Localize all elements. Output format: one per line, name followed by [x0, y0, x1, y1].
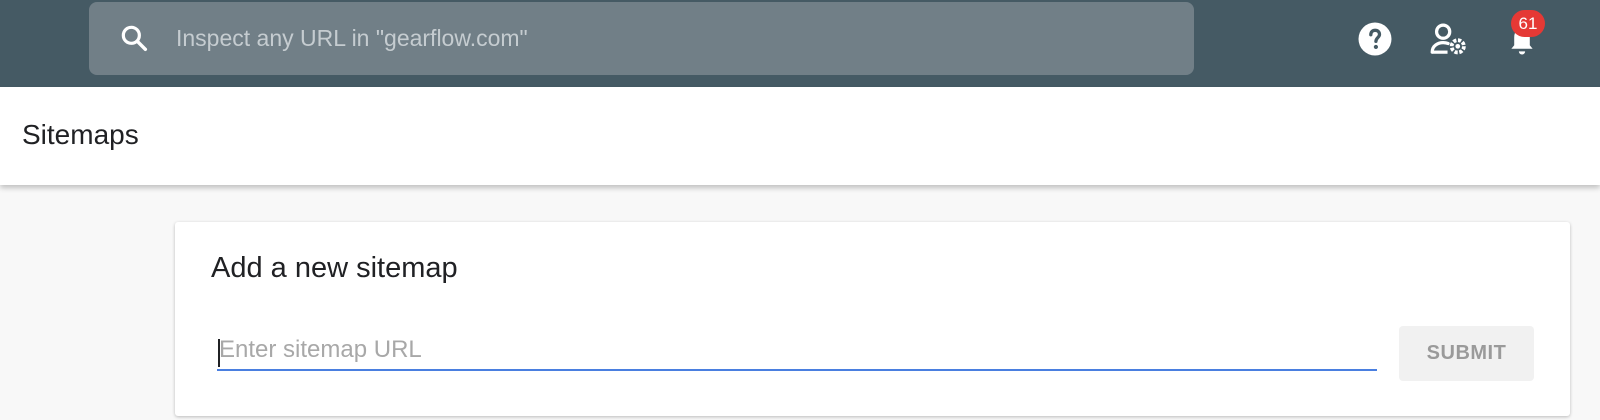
- search-icon[interactable]: [118, 22, 150, 54]
- help-icon[interactable]: [1357, 21, 1393, 57]
- search-input[interactable]: [176, 18, 1156, 58]
- admin-settings-icon[interactable]: [1430, 21, 1468, 57]
- notification-count-badge[interactable]: 61: [1511, 10, 1545, 37]
- add-sitemap-card: Add a new sitemap SUBMIT: [175, 222, 1570, 416]
- card-title: Add a new sitemap: [211, 252, 458, 284]
- page-title: Sitemaps: [22, 119, 139, 150]
- top-app-bar: 61: [0, 0, 1600, 87]
- page-header: Sitemaps: [0, 87, 1600, 185]
- submit-button[interactable]: SUBMIT: [1399, 326, 1534, 381]
- sitemap-url-input[interactable]: [217, 335, 1377, 371]
- text-cursor: [218, 339, 220, 367]
